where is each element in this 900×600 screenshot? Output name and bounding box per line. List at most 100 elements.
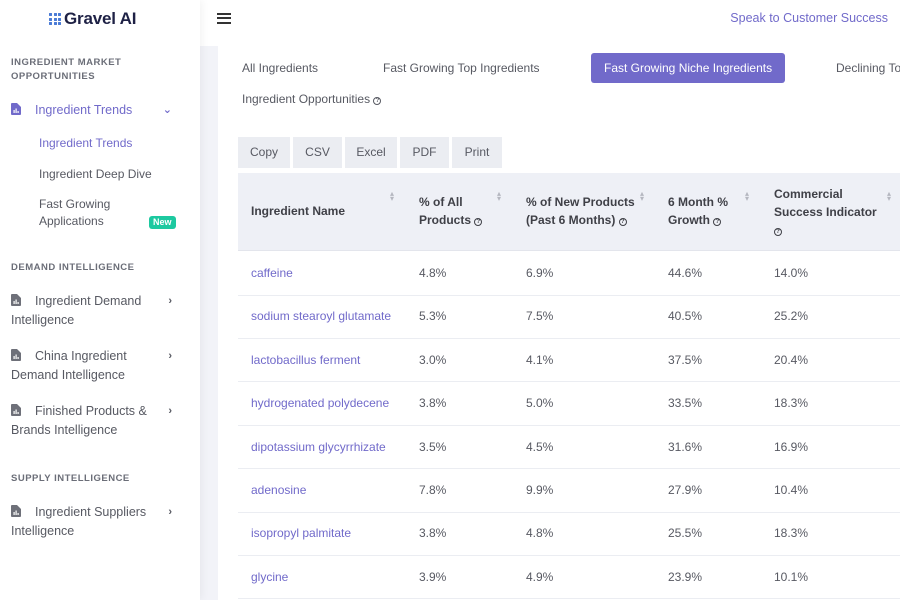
logo-dots-icon <box>49 13 61 25</box>
tab-label: Ingredient Opportunities <box>242 92 371 106</box>
column-header-label: 6 Month % <box>668 195 728 209</box>
sidebar-item-label: Intelligence <box>11 524 75 538</box>
sidebar-item-ingredient-suppliers[interactable]: Ingredient Suppliers Intelligence › <box>11 503 189 541</box>
help-icon[interactable]: ? <box>373 97 382 105</box>
commercial-success-cell: 25.2% <box>774 309 809 324</box>
pct-all-products-cell: 3.5% <box>419 439 447 454</box>
column-header-6-month-growth[interactable]: 6 Month % Growth ? <box>668 193 728 229</box>
chart-document-icon <box>11 504 21 517</box>
table-row: dipotassium glycyrrhizate 3.5% 4.5% 31.6% 16… <box>238 426 900 470</box>
growth-cell: 23.9% <box>668 569 703 584</box>
sort-icon[interactable]: ▴ ▾ <box>389 190 395 203</box>
sidebar-item-label: Brands Intelligence <box>11 423 118 437</box>
sidebar-subitem-fast-growing-applications[interactable]: Fast Growing Applications <box>39 196 110 230</box>
pct-new-products-cell: 4.8% <box>526 526 554 541</box>
help-icon[interactable]: ? <box>713 218 722 226</box>
help-icon[interactable]: ? <box>474 218 483 226</box>
sidebar-item-label: China Ingredient <box>35 349 127 363</box>
section-title-line: INGREDIENT MARKET <box>11 57 122 68</box>
pct-all-products-cell: 4.8% <box>419 266 447 280</box>
sort-icon[interactable]: ▴ ▾ <box>496 190 502 203</box>
chart-document-icon <box>11 102 21 115</box>
column-header-label: Success Indicator <box>774 205 877 219</box>
sidebar: Gravel AI INGREDIENT MARKET OPPORTUNITIE… <box>0 0 200 600</box>
column-header-label: Commercial <box>774 187 843 201</box>
tab-fast-growing-top-ingredients[interactable]: Fast Growing Top Ingredients <box>383 61 540 75</box>
growth-cell: 44.6% <box>668 266 703 280</box>
column-header-label: Products <box>419 213 472 227</box>
sidebar-item-label: Intelligence <box>11 313 75 327</box>
commercial-success-cell: 18.3% <box>774 526 809 541</box>
pct-new-products-cell: 6.9% <box>526 266 554 280</box>
commercial-success-cell: 10.4% <box>774 483 809 497</box>
excel-button[interactable]: Excel <box>345 137 397 168</box>
growth-cell: 31.6% <box>668 439 703 454</box>
csv-button[interactable]: CSV <box>293 137 342 168</box>
chevron-right-icon[interactable]: › <box>168 292 172 311</box>
ingredient-name-link[interactable]: glycine <box>251 570 288 584</box>
copy-button[interactable]: Copy <box>238 137 290 168</box>
sidebar-item-finished-products-brands[interactable]: Finished Products & Brands Intelligence … <box>11 402 189 440</box>
sort-icon[interactable]: ▴ ▾ <box>639 190 645 203</box>
sort-icon[interactable]: ▴ ▾ <box>744 190 750 203</box>
section-title-demand-intelligence: DEMAND INTELLIGENCE <box>11 262 135 273</box>
column-header-label: (Past 6 Months) <box>526 213 616 227</box>
chevron-right-icon[interactable]: › <box>168 347 172 366</box>
growth-cell: 40.5% <box>668 309 703 324</box>
chevron-down-icon[interactable]: ⌄ <box>163 101 172 120</box>
print-button[interactable]: Print <box>452 137 502 168</box>
commercial-success-cell: 10.1% <box>774 569 809 584</box>
help-icon[interactable]: ? <box>774 228 782 236</box>
sidebar-item-label: Demand Intelligence <box>11 368 125 382</box>
tab-fast-growing-niche-ingredients[interactable]: Fast Growing Niche Ingredients <box>591 53 786 83</box>
commercial-success-cell: 18.3% <box>774 396 809 411</box>
ingredient-name-link[interactable]: adenosine <box>251 483 306 497</box>
sidebar-item-ingredient-demand-intelligence[interactable]: Ingredient Demand Intelligence › <box>11 292 189 330</box>
tab-all-ingredients[interactable]: All Ingredients <box>242 61 318 75</box>
ingredient-name-link[interactable]: caffeine <box>251 266 293 280</box>
column-header-commercial-success-indicator[interactable]: Commercial Success Indicator ? <box>774 185 877 239</box>
growth-cell: 27.9% <box>668 483 703 497</box>
logo[interactable]: Gravel AI <box>49 8 136 30</box>
table-row: sodium stearoyl glutamate 5.3% 7.5% 40.5% 25… <box>238 295 900 339</box>
column-header-pct-all-products[interactable]: % of All Products ? <box>419 193 483 229</box>
column-header-ingredient-name[interactable]: Ingredient Name <box>251 202 345 220</box>
sidebar-subitem-ingredient-trends[interactable]: Ingredient Trends <box>39 135 132 152</box>
pct-all-products-cell: 3.8% <box>419 396 447 411</box>
table-row: hydrogenated polydecene 3.8% 5.0% 33.5% 18.3… <box>238 382 900 426</box>
speak-to-customer-success-link[interactable]: Speak to Customer Success <box>730 11 888 25</box>
pct-all-products-cell: 5.3% <box>419 309 447 324</box>
subitem-label-line: Applications <box>39 214 104 228</box>
column-header-pct-new-products[interactable]: % of New Products (Past 6 Months) ? <box>526 193 635 229</box>
pdf-button[interactable]: PDF <box>400 137 449 168</box>
ingredient-name-link[interactable]: dipotassium glycyrrhizate <box>251 440 386 454</box>
pct-new-products-cell: 5.0% <box>526 396 554 411</box>
sidebar-subitem-ingredient-deep-dive[interactable]: Ingredient Deep Dive <box>39 166 152 183</box>
sidebar-item-label: Ingredient Demand <box>35 294 142 308</box>
table-row: glycine 3.9% 4.9% 23.9% 10.1% <box>238 556 900 600</box>
column-header-label: Growth <box>668 213 710 227</box>
chart-document-icon <box>11 293 21 306</box>
chevron-right-icon[interactable]: › <box>168 402 172 421</box>
help-icon[interactable]: ? <box>618 218 627 226</box>
sidebar-item-china-ingredient-demand[interactable]: China Ingredient Demand Intelligence › <box>11 347 189 385</box>
section-title-market-opportunities: INGREDIENT MARKET OPPORTUNITIES <box>11 56 121 84</box>
hamburger-menu-icon[interactable] <box>217 13 231 24</box>
growth-cell: 33.5% <box>668 396 703 411</box>
chart-document-icon <box>11 348 21 361</box>
ingredient-name-link[interactable]: sodium stearoyl glutamate <box>251 309 391 323</box>
new-badge: New <box>149 216 176 229</box>
ingredient-name-link[interactable]: isopropyl palmitate <box>251 526 351 540</box>
brand-name: Gravel AI <box>64 9 137 28</box>
chevron-right-icon[interactable]: › <box>168 503 172 522</box>
sort-icon[interactable]: ▴ ▾ <box>886 190 892 203</box>
ingredient-name-link[interactable]: hydrogenated polydecene <box>251 396 389 410</box>
sidebar-item-ingredient-trends[interactable]: Ingredient Trends ⌄ <box>11 101 189 120</box>
table-header: Ingredient Name ▴ ▾ % of All Products ? ▴… <box>238 173 900 251</box>
tab-ingredient-opportunities[interactable]: Ingredient Opportunities ? <box>242 92 382 106</box>
table-row: caffeine 4.8% 6.9% 44.6% 14.0% <box>238 252 900 296</box>
pct-new-products-cell: 4.5% <box>526 439 554 454</box>
tab-declining-top-ingredients[interactable]: Declining To <box>836 61 900 75</box>
ingredient-name-link[interactable]: lactobacillus ferment <box>251 353 360 367</box>
section-title-supply-intelligence: SUPPLY INTELLIGENCE <box>11 473 130 484</box>
